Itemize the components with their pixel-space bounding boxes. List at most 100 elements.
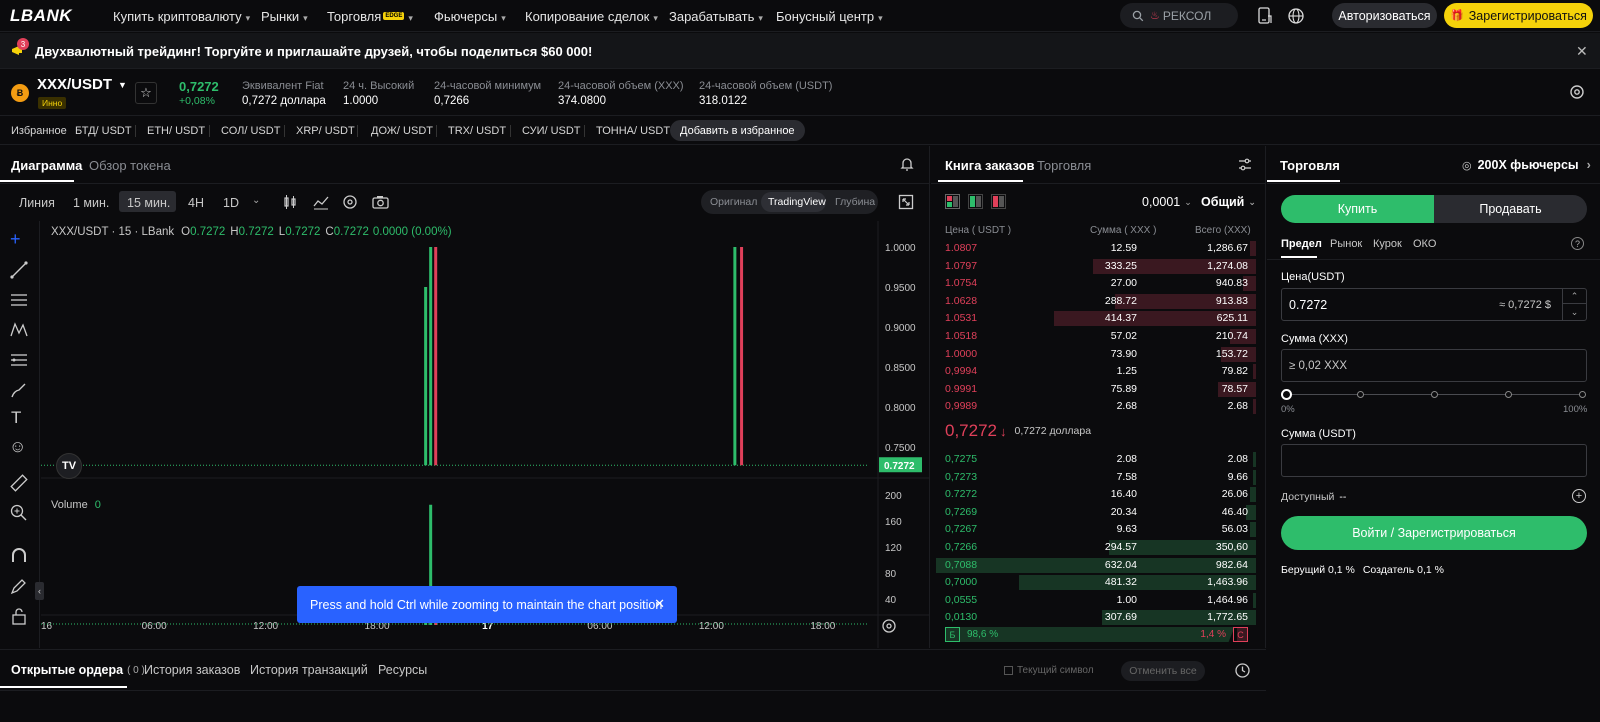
search-input[interactable]: ♨ РЕКСОЛ (1120, 3, 1238, 28)
bid-row[interactable]: 0,7269 20.34 46.40 (936, 504, 1256, 521)
favorite-pair[interactable]: БТД/ USDT (75, 125, 132, 137)
tab-spot-trade[interactable]: Торговля (1280, 158, 1340, 173)
trendline-icon[interactable] (9, 260, 29, 280)
precision-select[interactable]: 0,0001 ⌄ (1142, 195, 1192, 209)
register-button[interactable]: 🎁 Зарегистрироваться (1444, 3, 1593, 28)
horizontal-lines-icon[interactable] (9, 290, 29, 310)
interval-1d[interactable]: 1D (223, 196, 239, 210)
nav-markets[interactable]: Рынки ▾ (261, 9, 308, 24)
tab-market-trades[interactable]: Торговля (1037, 158, 1091, 173)
nav-trading[interactable]: Торговля EDGE ▾ (327, 9, 413, 24)
order-type-trigger[interactable]: Курок (1373, 238, 1402, 250)
lock-icon[interactable] (9, 606, 29, 626)
nav-earn[interactable]: Зарабатывать ▾ (669, 9, 763, 24)
futures-link[interactable]: ◎ 200X фьючерсы › (1462, 158, 1591, 172)
ask-row[interactable]: 0,9994 1.25 79.82 (936, 363, 1256, 380)
candle[interactable] (434, 247, 438, 466)
interval-1m[interactable]: 1 мин. (73, 196, 109, 210)
slider-step-25[interactable] (1357, 391, 1364, 398)
favorite-pair[interactable]: TRX/ USDT (448, 125, 506, 137)
ask-row[interactable]: 0.9991 75.89 78.57 (936, 381, 1256, 398)
interval-4h[interactable]: 4H (188, 196, 204, 210)
buy-tab-button[interactable]: Купить (1281, 195, 1434, 223)
camera-icon[interactable] (372, 194, 389, 210)
bid-row[interactable]: 0,7088 632.04 982.64 (936, 557, 1256, 574)
orderbook-mode-select[interactable]: Общий ⌄ (1201, 195, 1256, 209)
bid-row[interactable]: 0,7266 294.57 350,60 (936, 539, 1256, 556)
bid-row[interactable]: 0.7272 16.40 26.06 (936, 486, 1256, 503)
history-icon[interactable] (1234, 662, 1251, 679)
ask-row[interactable]: 1.0628 288.72 913.83 (936, 293, 1256, 310)
slider-step-75[interactable] (1505, 391, 1512, 398)
order-type-oco[interactable]: ОКО (1413, 238, 1436, 250)
candles-icon[interactable] (282, 194, 298, 210)
view-mode-original[interactable]: Оригинал (710, 196, 757, 208)
settings-icon[interactable] (1569, 84, 1585, 100)
brush-icon[interactable] (9, 380, 29, 400)
favorite-pair[interactable]: СОЛ/ USDT (221, 125, 280, 137)
price-input[interactable]: 0.7272 ≈ 0,7272 $ ⌃ ⌄ (1281, 288, 1587, 321)
orderbook-view-asks-icon[interactable] (991, 194, 1006, 209)
price-chart[interactable]: 1.0000 0.9500 0.9000 0.8500 0.8000 0.7500 0.72… (41, 221, 930, 648)
pattern-icon[interactable] (9, 320, 29, 340)
view-mode-depth[interactable]: Глубина (835, 196, 875, 208)
favorite-pair[interactable]: ТОННА/ USDT (596, 125, 670, 137)
candle[interactable] (740, 247, 744, 466)
sell-tab-button[interactable]: Продавать (1434, 195, 1587, 223)
chart-settings-icon[interactable] (342, 194, 358, 210)
ask-row[interactable]: 0,9989 2.68 2.68 (936, 398, 1256, 415)
fullscreen-icon[interactable] (898, 194, 914, 210)
login-register-submit-button[interactable]: Войти / Зарегистрироваться (1281, 516, 1587, 550)
zoom-in-icon[interactable] (9, 503, 29, 523)
bid-row[interactable]: 0,7273 7.58 9.66 (936, 469, 1256, 486)
order-type-limit[interactable]: Предел (1281, 238, 1322, 250)
bid-row[interactable]: 0,7275 2.08 2.08 (936, 451, 1256, 468)
order-type-market[interactable]: Рынок (1330, 238, 1362, 250)
favorite-pair[interactable]: ДОЖ/ USDT (371, 125, 433, 137)
pencil-lock-icon[interactable] (9, 576, 29, 596)
bid-row[interactable]: 0,7000 481.32 1,463.96 (936, 574, 1256, 591)
nav-copy-trading[interactable]: Копирование сделок ▾ (525, 9, 658, 24)
add-funds-icon[interactable]: + (1572, 489, 1586, 503)
close-icon[interactable]: ✕ (1576, 43, 1588, 60)
login-button[interactable]: Авторизоваться (1332, 3, 1437, 28)
candle[interactable] (429, 247, 433, 466)
cancel-all-button[interactable]: Отменить все (1121, 661, 1205, 681)
indicators-icon[interactable] (313, 194, 329, 210)
total-input[interactable] (1281, 444, 1587, 477)
ask-row[interactable]: 1.0518 57.02 210.74 (936, 328, 1256, 345)
orderbook-view-bids-icon[interactable] (968, 194, 983, 209)
tab-order-history[interactable]: История заказов (144, 663, 240, 677)
view-mode-tradingview[interactable]: TradingView (768, 196, 826, 208)
tab-open-orders[interactable]: Открытые ордера( 0 ) (11, 663, 145, 677)
banner-text[interactable]: Двухвалютный трейдинг! Торгуйте и пригла… (35, 44, 592, 59)
filter-icon[interactable] (1237, 157, 1253, 173)
bid-row[interactable]: 0,0130 307.69 1,772.65 (936, 609, 1256, 626)
bid-row[interactable]: 0,0555 1.00 1,464.96 (936, 592, 1256, 609)
help-icon[interactable]: ? (1571, 237, 1584, 250)
tab-orderbook[interactable]: Книга заказов (945, 158, 1035, 173)
decrement-icon[interactable]: ⌄ (1563, 305, 1586, 320)
amount-slider-thumb[interactable] (1281, 389, 1292, 400)
logo[interactable]: LBANK (10, 6, 72, 26)
candle[interactable] (424, 287, 428, 466)
download-app-icon[interactable] (1257, 7, 1273, 25)
globe-icon[interactable] (1287, 7, 1305, 25)
interval-line[interactable]: Линия (19, 196, 55, 210)
axis-settings-icon[interactable] (882, 619, 896, 633)
tab-token-overview[interactable]: Обзор токена (89, 158, 171, 173)
emoji-icon[interactable]: ☺ (9, 437, 26, 457)
favorite-pair[interactable]: XRP/ USDT (296, 125, 355, 137)
favorite-pair[interactable]: СУИ/ USDT (522, 125, 581, 137)
nav-buy-crypto[interactable]: Купить криптовалюту ▾ (113, 9, 250, 24)
nav-bonus-center[interactable]: Бонусный центр ▾ (776, 9, 883, 24)
slider-step-50[interactable] (1431, 391, 1438, 398)
orderbook-view-both-icon[interactable] (945, 194, 960, 209)
slider-step-100[interactable] (1579, 391, 1586, 398)
ruler-icon[interactable] (9, 473, 29, 493)
text-tool-icon[interactable]: T (11, 408, 21, 428)
ask-row[interactable]: 1.0000 73.90 153.72 (936, 346, 1256, 363)
ask-row[interactable]: 1.0531 414.37 625.11 (936, 310, 1256, 327)
tab-diagram[interactable]: Диаграмма (11, 158, 82, 173)
fib-icon[interactable] (9, 350, 29, 370)
